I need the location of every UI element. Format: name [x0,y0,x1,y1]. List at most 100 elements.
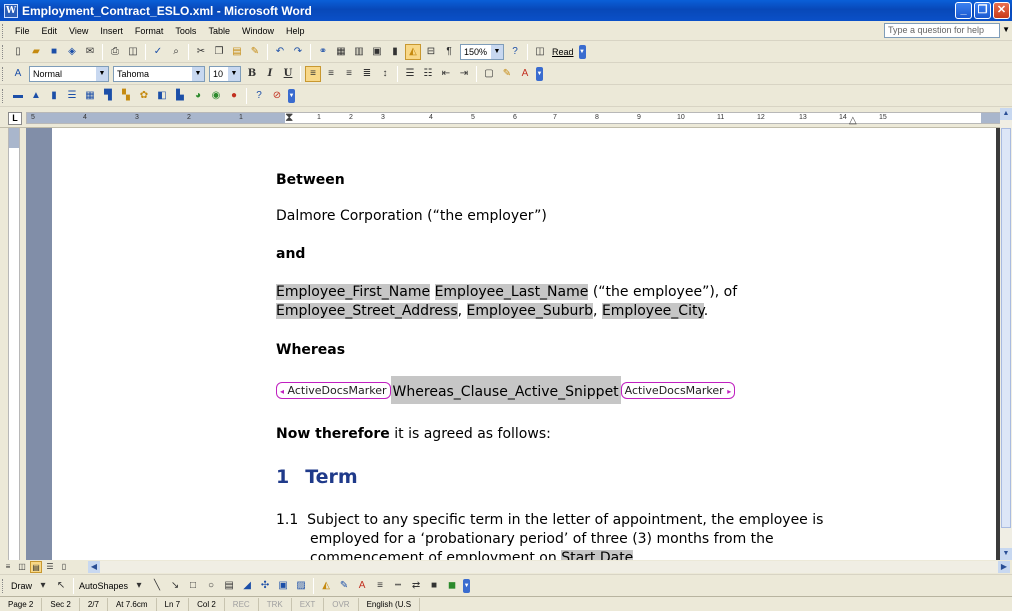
borders-icon[interactable]: ▢ [481,66,497,82]
horizontal-scrollbar[interactable] [100,561,998,573]
toolbar-icon-7[interactable]: ▚ [118,88,134,104]
ruler-strip[interactable]: 5 4 3 2 1 1 2 3 4 5 6 7 8 9 10 11 12 13 … [26,110,1002,126]
status-language[interactable]: English (U.S [359,597,421,611]
drawing-icon[interactable]: ◭ [405,43,421,60]
menu-view[interactable]: View [63,26,94,36]
toolbar-icon-2[interactable]: ▲ [28,88,44,104]
field-employee-first-name[interactable]: Employee_First_Name [276,284,431,300]
now-therefore-line[interactable]: Now therefore it is agreed as follows: [276,426,551,442]
whereas-clause-snippet[interactable]: Whereas_Clause_Active_Snippet [390,376,621,404]
scroll-down-icon[interactable]: ▼ [1000,548,1012,560]
web-layout-icon[interactable]: ◫ [16,561,28,573]
align-center-icon[interactable]: ≡ [323,66,339,82]
employee-line-1[interactable]: Employee_First_Name Employee_Last_Name (… [276,284,737,300]
highlight-icon[interactable]: ✎ [499,66,515,82]
print-preview-icon[interactable]: ◫ [125,44,141,60]
menu-format[interactable]: Format [129,26,170,36]
toolbar-icon-6[interactable]: ▜ [100,88,116,104]
undo-icon[interactable]: ↶ [272,44,288,60]
tab-selector[interactable]: L [8,112,22,125]
tables-borders-icon[interactable]: ▦ [333,44,349,60]
shadow-style-icon[interactable]: ■ [426,578,442,594]
menu-table[interactable]: Table [202,26,236,36]
arrow-icon[interactable]: ↘ [167,578,183,594]
show-hide-icon[interactable]: ¶ [441,44,457,60]
bold-button[interactable]: B [244,66,260,82]
3d-style-icon[interactable]: ◼ [444,578,460,594]
styles-pane-icon[interactable]: A [10,66,26,82]
close-button[interactable]: ✕ [993,2,1010,19]
save-icon[interactable]: ■ [46,44,62,60]
dash-style-icon[interactable]: ┅ [390,578,406,594]
align-left-icon[interactable]: ≡ [305,65,321,82]
toolbar-grip[interactable] [2,578,5,593]
toolbar-grip[interactable] [2,44,5,59]
line-style-icon[interactable]: ≡ [372,578,388,594]
font-select[interactable]: Tahoma ▼ [113,65,205,82]
menu-help[interactable]: Help [280,26,311,36]
maximize-button[interactable]: ❐ [974,2,991,19]
clipart-icon[interactable]: ▣ [275,578,291,594]
spelling-icon[interactable]: ✓ [150,44,166,60]
italic-button[interactable]: I [262,66,278,82]
align-right-icon[interactable]: ≡ [341,66,357,82]
toolbar-grip[interactable] [2,88,5,103]
word-app-icon[interactable]: W [4,3,18,18]
increase-indent-icon[interactable]: ⇥ [456,66,472,82]
diagram-icon[interactable]: ✣ [257,578,273,594]
help-icon[interactable]: ? [507,44,523,60]
heading-between[interactable]: Between [276,172,345,188]
toolbar-icon-10[interactable]: ▙ [172,88,188,104]
new-document-icon[interactable]: ▯ [10,44,26,60]
line-spacing-icon[interactable]: ↕ [377,66,393,82]
toolbar-grip[interactable] [2,66,5,81]
clause-1-1-line-2[interactable]: employed for a ‘probationary period’ of … [310,531,774,547]
line-color-icon[interactable]: ✎ [336,578,352,594]
toolbar-options-icon[interactable]: ▼ [288,88,295,103]
zoom-select[interactable]: 150% ▼ [460,43,504,60]
toolbar-options-icon[interactable]: ▼ [536,66,543,81]
vertical-scroll-thumb[interactable] [1001,128,1011,528]
insert-table-icon[interactable]: ▥ [351,44,367,60]
minimize-button[interactable]: _ [955,2,972,19]
fill-color-icon[interactable]: ◭ [318,578,334,594]
chevron-down-icon[interactable]: ▼ [96,66,108,81]
paste-icon[interactable]: ▤ [229,44,245,60]
font-size-select[interactable]: 10 ▼ [209,65,241,82]
employer-line[interactable]: Dalmore Corporation (“the employer”) [276,208,547,224]
line-icon[interactable]: ╲ [149,578,165,594]
reading-layout-icon[interactable]: ▯ [58,561,70,573]
chevron-down-icon[interactable]: ▾ [131,578,147,594]
vertical-ruler[interactable] [0,128,26,560]
toolbar-options-icon[interactable]: ▼ [463,578,471,593]
columns-icon[interactable]: ▮ [387,44,403,60]
employee-line-2[interactable]: Employee_Street_Address, Employee_Suburb… [276,303,708,319]
oval-icon[interactable]: ○ [203,578,219,594]
horizontal-ruler[interactable]: L 5 4 3 2 1 1 2 3 4 5 6 7 8 9 10 11 12 1… [0,108,1012,128]
rectangle-icon[interactable]: □ [185,578,201,594]
menu-edit[interactable]: Edit [36,26,64,36]
activedocs-marker-open[interactable]: ◂ ActiveDocsMarker [276,381,391,399]
toolbar-icon-13[interactable]: ● [226,88,242,104]
scroll-right-icon[interactable]: ▶ [998,561,1010,573]
chevron-down-icon[interactable]: ▾ [35,578,51,594]
help-dropdown-icon[interactable]: ▼ [1002,25,1010,34]
grid-icon[interactable]: ▦ [82,88,98,104]
menu-insert[interactable]: Insert [94,26,129,36]
outline-view-icon[interactable]: ☰ [44,561,56,573]
read-mode-icon[interactable]: ◫ [532,44,548,60]
vertical-ruler-strip[interactable] [8,128,20,560]
read-button[interactable]: Read [549,47,577,57]
textbox-icon[interactable]: ▤ [221,578,237,594]
menu-tools[interactable]: Tools [169,26,202,36]
copy-icon[interactable]: ❐ [211,44,227,60]
heading-whereas[interactable]: Whereas [276,342,345,358]
numbering-icon[interactable]: ☰ [402,66,418,82]
vertical-scrollbar[interactable]: ▲ ▼ [1000,108,1012,560]
document-page[interactable]: Between Dalmore Corporation (“the employ… [52,128,996,560]
autoshapes-menu-button[interactable]: AutoShapes [79,581,128,591]
list-icon[interactable]: ☰ [64,88,80,104]
chevron-down-icon[interactable]: ▼ [192,66,204,81]
hyperlink-icon[interactable]: ⚭ [315,44,331,60]
draw-menu-button[interactable]: Draw [11,581,32,591]
